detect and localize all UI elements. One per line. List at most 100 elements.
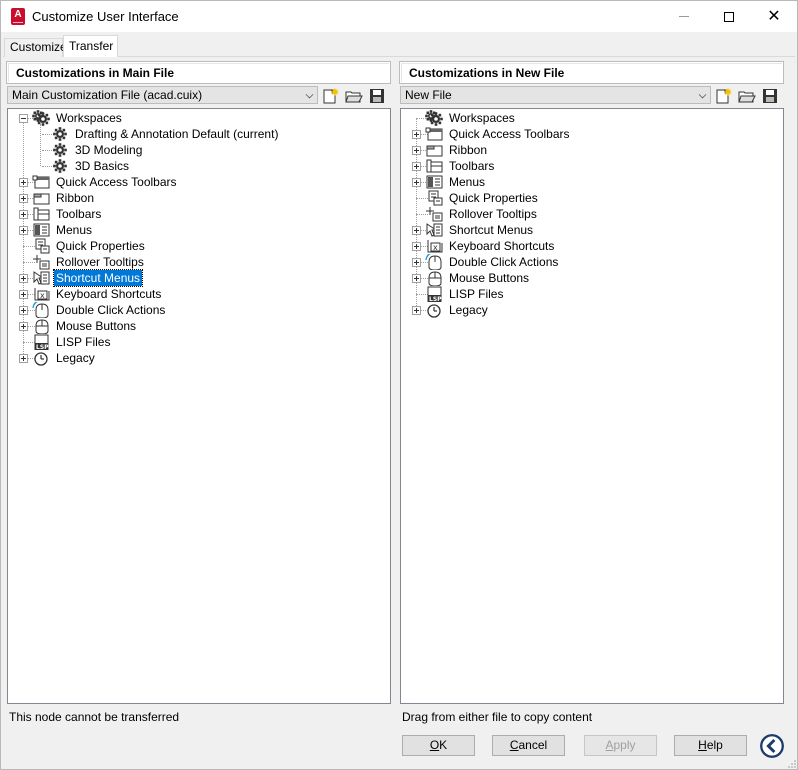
tree-node[interactable]: 3D Modeling: [8, 142, 388, 158]
tree-node-label[interactable]: Menus: [447, 174, 487, 190]
tree-node[interactable]: Legacy: [8, 350, 388, 366]
apply-button[interactable]: Apply: [584, 735, 657, 756]
tree-node-label[interactable]: Legacy: [54, 350, 97, 366]
tree-node-label[interactable]: Mouse Buttons: [54, 318, 138, 334]
tree-node[interactable]: Quick Properties: [8, 238, 388, 254]
tree-node-label[interactable]: Rollover Tooltips: [447, 206, 539, 222]
tree-node-label[interactable]: LISP Files: [54, 334, 112, 350]
tree-node-label[interactable]: Workspaces: [54, 110, 124, 126]
legacy-clock-icon: [34, 352, 48, 366]
new-file-button[interactable]: [321, 87, 341, 105]
tree-node[interactable]: Ribbon: [401, 142, 781, 158]
tree-node-label[interactable]: Rollover Tooltips: [54, 254, 146, 270]
tree-node-label[interactable]: Quick Access Toolbars: [447, 126, 572, 142]
tree-node[interactable]: 3D Basics: [8, 158, 388, 174]
tree-node[interactable]: Toolbars: [401, 158, 781, 174]
tree-node[interactable]: Mouse Buttons: [401, 270, 781, 286]
tree-node-label[interactable]: Workspaces: [447, 110, 517, 126]
tree-node-label[interactable]: Double Click Actions: [447, 254, 560, 270]
tree-node-label[interactable]: LISP Files: [447, 286, 505, 302]
tree-node-label[interactable]: Menus: [54, 222, 94, 238]
tree-node-label[interactable]: Legacy: [447, 302, 490, 318]
expand-plus-icon[interactable]: [412, 306, 421, 315]
expand-plus-icon[interactable]: [412, 146, 421, 155]
tree-node[interactable]: Menus: [401, 174, 781, 190]
open-file-button[interactable]: [344, 87, 364, 105]
tree-node-label[interactable]: 3D Basics: [73, 158, 131, 174]
ok-button[interactable]: OK: [402, 735, 475, 756]
expand-plus-icon[interactable]: [19, 194, 28, 203]
tree-node[interactable]: Workspaces: [8, 110, 388, 126]
expand-plus-icon[interactable]: [412, 258, 421, 267]
collapse-panel-button[interactable]: [760, 734, 784, 758]
expand-plus-icon[interactable]: [19, 274, 28, 283]
collapse-minus-icon[interactable]: [19, 114, 28, 123]
tree-node[interactable]: Double Click Actions: [401, 254, 781, 270]
tree-node[interactable]: Quick Access Toolbars: [8, 174, 388, 190]
tree-node-label[interactable]: 3D Modeling: [73, 142, 144, 158]
expand-plus-icon[interactable]: [19, 306, 28, 315]
tree-node[interactable]: Rollover Tooltips: [401, 206, 781, 222]
tree-node[interactable]: Toolbars: [8, 206, 388, 222]
tree-node[interactable]: Double Click Actions: [8, 302, 388, 318]
cancel-button[interactable]: Cancel: [492, 735, 565, 756]
expand-plus-icon[interactable]: [412, 274, 421, 283]
new-file-tree[interactable]: Workspaces Quick Access Toolbars Ribbon Too…: [400, 108, 784, 704]
tab-transfer[interactable]: Transfer: [63, 35, 118, 57]
tab-customize[interactable]: Customize: [4, 38, 67, 57]
quick-properties-icon: [428, 190, 443, 206]
help-button[interactable]: Help: [674, 735, 747, 756]
save-file-button[interactable]: [760, 87, 780, 105]
resize-grip-icon[interactable]: [787, 759, 797, 769]
tree-node-label[interactable]: Keyboard Shortcuts: [447, 238, 556, 254]
tree-node[interactable]: Quick Properties: [401, 190, 781, 206]
tree-node[interactable]: Workspaces: [401, 110, 781, 126]
main-file-tree[interactable]: Workspaces Drafting & Annotation Default …: [7, 108, 391, 704]
tree-node[interactable]: LSP LISP Files: [8, 334, 388, 350]
expand-plus-icon[interactable]: [412, 178, 421, 187]
tree-node[interactable]: Menus: [8, 222, 388, 238]
expand-plus-icon[interactable]: [19, 322, 28, 331]
tree-node-label[interactable]: Shortcut Menus: [447, 222, 535, 238]
tree-node-label[interactable]: Keyboard Shortcuts: [54, 286, 163, 302]
tree-node[interactable]: Shortcut Menus: [401, 222, 781, 238]
tree-node-label[interactable]: Double Click Actions: [54, 302, 167, 318]
tree-node[interactable]: Rollover Tooltips: [8, 254, 388, 270]
tree-node[interactable]: x Keyboard Shortcuts: [8, 286, 388, 302]
tree-node-label[interactable]: Toolbars: [447, 158, 496, 174]
expand-plus-icon[interactable]: [412, 162, 421, 171]
tree-node-label[interactable]: Drafting & Annotation Default (current): [73, 126, 280, 142]
close-button[interactable]: ✕: [751, 1, 797, 32]
tree-node-label[interactable]: Quick Properties: [54, 238, 147, 254]
expand-plus-icon[interactable]: [412, 226, 421, 235]
tree-node[interactable]: x Keyboard Shortcuts: [401, 238, 781, 254]
tree-node-label[interactable]: Shortcut Menus: [52, 269, 144, 287]
tree-node[interactable]: Shortcut Menus: [8, 269, 388, 287]
expand-plus-icon[interactable]: [19, 290, 28, 299]
expand-plus-icon[interactable]: [19, 226, 28, 235]
open-file-button[interactable]: [737, 87, 757, 105]
new-file-selector[interactable]: New File: [400, 86, 711, 104]
new-file-button[interactable]: [714, 87, 734, 105]
expand-plus-icon[interactable]: [19, 354, 28, 363]
minimize-button[interactable]: [661, 1, 707, 32]
expand-plus-icon[interactable]: [19, 210, 28, 219]
tree-node[interactable]: Legacy: [401, 302, 781, 318]
tree-node-label[interactable]: Toolbars: [54, 206, 103, 222]
tree-node-label[interactable]: Ribbon: [54, 190, 96, 206]
tree-node[interactable]: Quick Access Toolbars: [401, 126, 781, 142]
tree-node[interactable]: LSP LISP Files: [401, 286, 781, 302]
expand-plus-icon[interactable]: [412, 130, 421, 139]
tree-node[interactable]: Drafting & Annotation Default (current): [8, 126, 388, 142]
tree-node[interactable]: Mouse Buttons: [8, 318, 388, 334]
tree-node-label[interactable]: Ribbon: [447, 142, 489, 158]
tree-node-label[interactable]: Quick Properties: [447, 190, 540, 206]
maximize-button[interactable]: [706, 1, 752, 32]
expand-plus-icon[interactable]: [19, 178, 28, 187]
tree-node-label[interactable]: Quick Access Toolbars: [54, 174, 179, 190]
main-file-selector[interactable]: Main Customization File (acad.cuix): [7, 86, 318, 104]
tree-node[interactable]: Ribbon: [8, 190, 388, 206]
tree-node-label[interactable]: Mouse Buttons: [447, 270, 531, 286]
expand-plus-icon[interactable]: [412, 242, 421, 251]
save-file-button[interactable]: [367, 87, 387, 105]
